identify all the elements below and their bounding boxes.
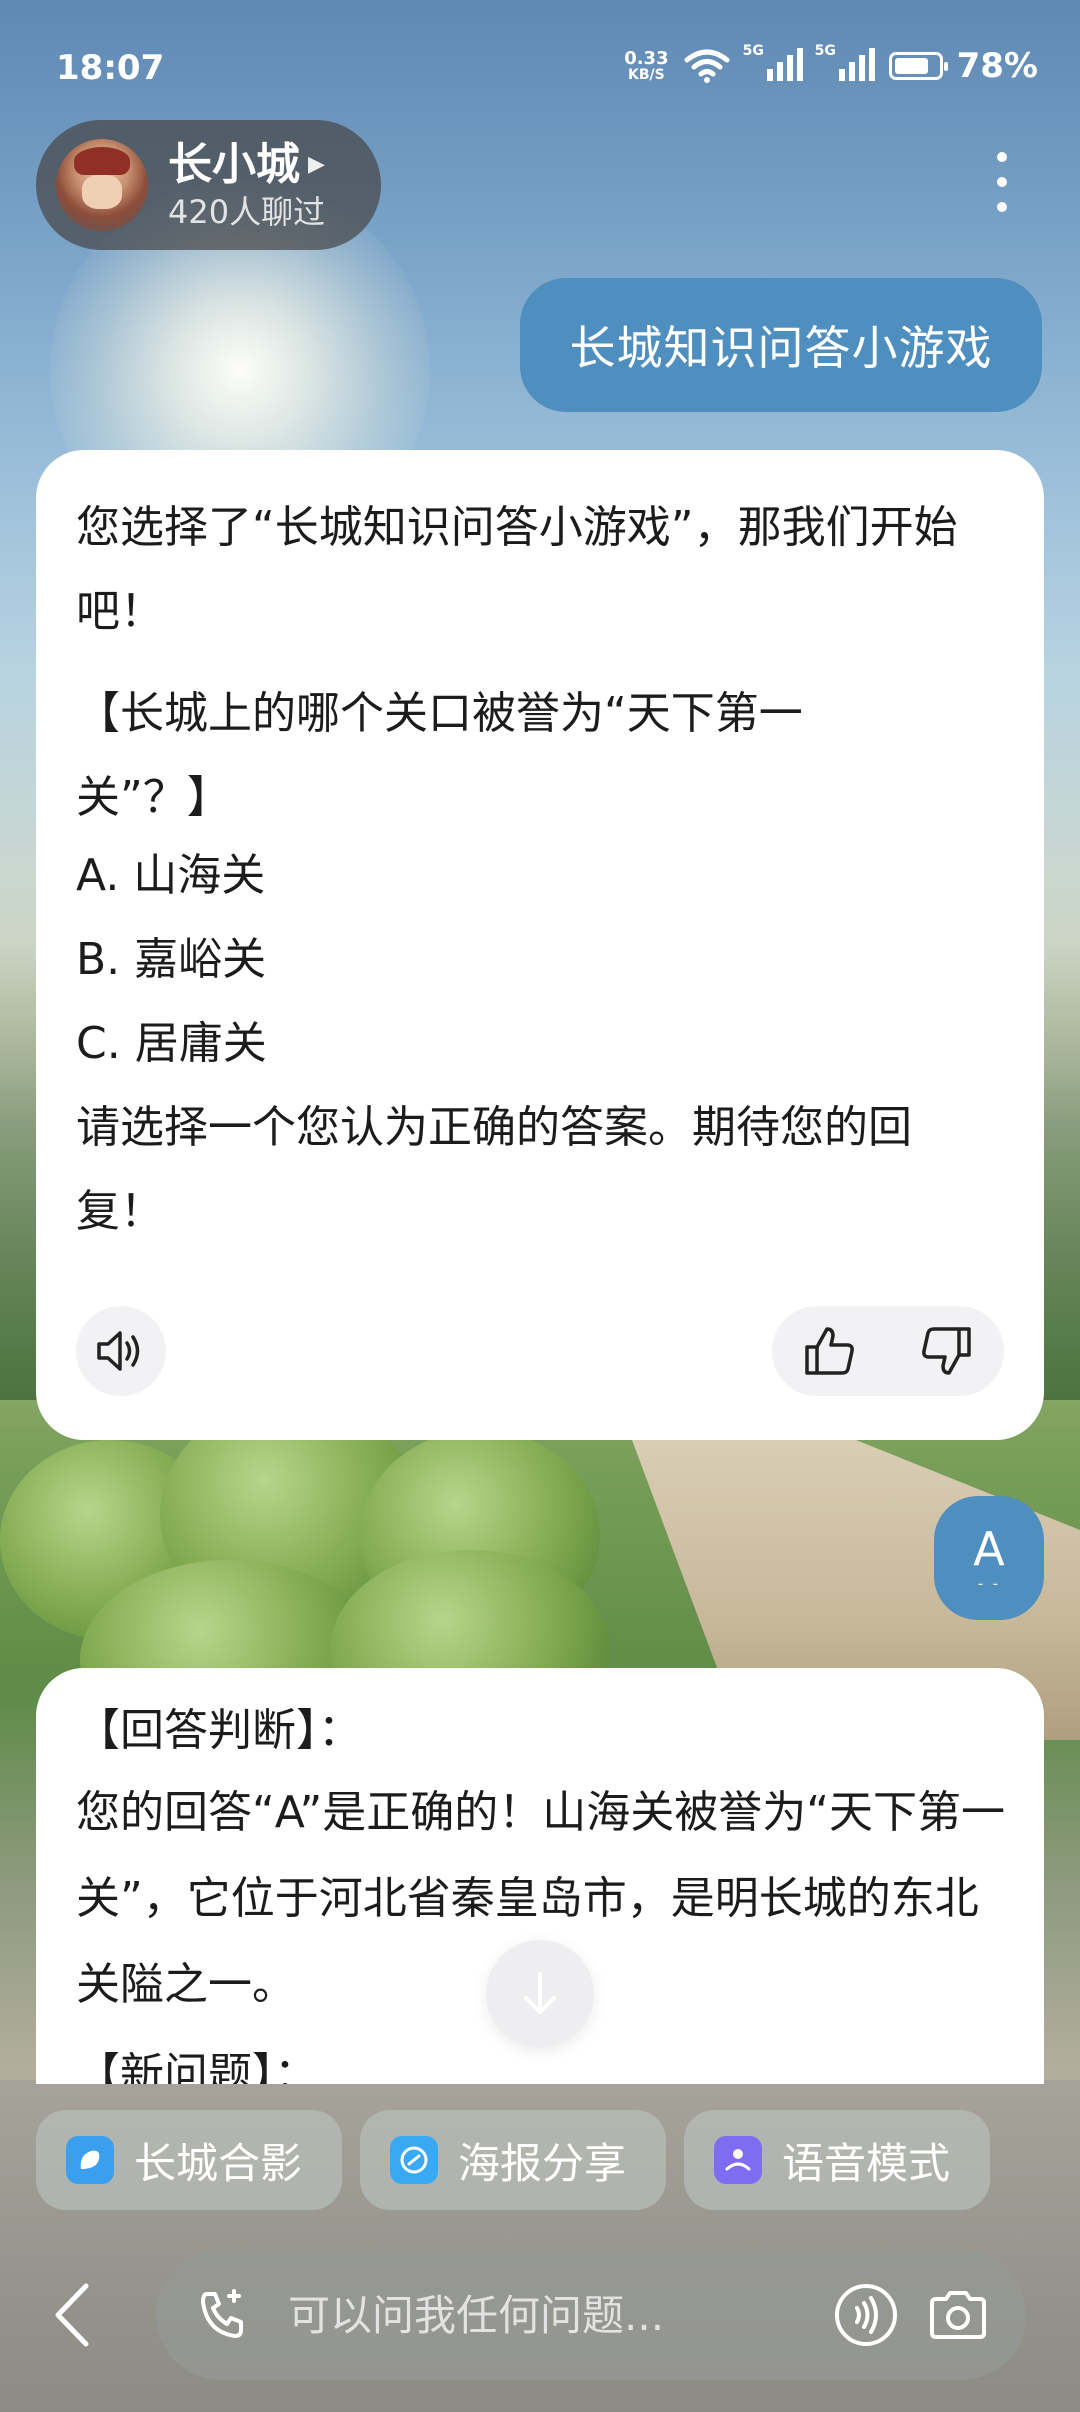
arrow-down-icon: [524, 1972, 556, 2014]
answer-heading: 【回答判断】：: [76, 1705, 362, 1756]
chat-count: 420人聊过: [168, 193, 326, 231]
chevron-right-icon: ▶: [308, 152, 325, 177]
character-avatar: [56, 139, 148, 231]
back-button[interactable]: [50, 2270, 120, 2360]
camera-button[interactable]: [920, 2277, 996, 2353]
user-message-bubble: 长城知识问答小游戏: [520, 278, 1042, 412]
chip-great-wall-photo[interactable]: 长城合影: [36, 2110, 342, 2210]
user-answer-indicator: - -: [977, 1573, 1001, 1593]
chip-poster-share[interactable]: 海报分享: [360, 2110, 666, 2210]
voice-wave-icon: [835, 2284, 897, 2346]
chevron-left-icon: [55, 2283, 89, 2347]
speaker-icon: [97, 1331, 140, 1371]
user-answer-bubble: A - -: [934, 1496, 1044, 1620]
feedback-buttons: [772, 1306, 1004, 1396]
message-actions: [76, 1306, 1004, 1396]
signal-icon-2: 5G: [815, 43, 875, 86]
battery-icon: [888, 52, 948, 80]
chip-voice-mode[interactable]: 语音模式: [684, 2110, 990, 2210]
status-bar: 18:07 0.33 KB/S 5G 5G 78%: [0, 0, 1080, 140]
suggestion-chips: 长城合影 海报分享 语音模式: [36, 2110, 990, 2210]
chip-label: 海报分享: [458, 2138, 627, 2188]
quiz-closing-text: 请选择一个您认为正确的答案。期待您的回复！: [76, 1102, 912, 1237]
network-speed: 0.33 KB/S: [624, 48, 669, 83]
quiz-option-a: A. 山海关: [76, 850, 266, 901]
battery-percent: 78%: [956, 46, 1038, 86]
voice-mode-icon: [714, 2136, 762, 2184]
photo-icon: [66, 2136, 114, 2184]
wifi-icon: [684, 49, 730, 83]
camera-icon: [930, 2291, 986, 2339]
character-profile-button[interactable]: 长小城 ▶ 420人聊过: [36, 120, 381, 250]
more-vertical-icon[interactable]: [990, 152, 1014, 212]
chat-input[interactable]: [286, 2289, 828, 2341]
status-time: 18:07: [56, 48, 165, 88]
phone-call-icon: [201, 2289, 243, 2338]
status-icons: 0.33 KB/S 5G 5G 78%: [624, 43, 1038, 87]
chat-input-bar: [156, 2250, 1026, 2380]
quiz-option-c: C. 居庸关: [76, 1018, 267, 1069]
thumbs-up-icon[interactable]: [803, 1325, 857, 1377]
link-icon: [390, 2136, 438, 2184]
chip-label: 长城合影: [134, 2138, 303, 2188]
call-button[interactable]: [186, 2277, 262, 2353]
user-answer-text: A: [973, 1521, 1005, 1576]
chip-label: 语音模式: [782, 2138, 951, 2188]
bot-intro-text: 您选择了“长城知识问答小游戏”，那我们开始吧！: [76, 502, 958, 637]
thumbs-down-icon[interactable]: [919, 1325, 973, 1377]
bot-message-card: 您选择了“长城知识问答小游戏”，那我们开始吧！ 【长城上的哪个关口被誉为“天下第…: [36, 450, 1044, 1440]
quiz-question: 【长城上的哪个关口被誉为“天下第一关”？】: [76, 688, 803, 823]
signal-icon-1: 5G: [743, 43, 803, 86]
scroll-to-bottom-button[interactable]: [486, 1940, 594, 2048]
speaker-button[interactable]: [76, 1306, 166, 1396]
quiz-option-b: B. 嘉峪关: [76, 934, 267, 985]
voice-input-button[interactable]: [828, 2277, 904, 2353]
character-name: 长小城: [168, 139, 300, 190]
